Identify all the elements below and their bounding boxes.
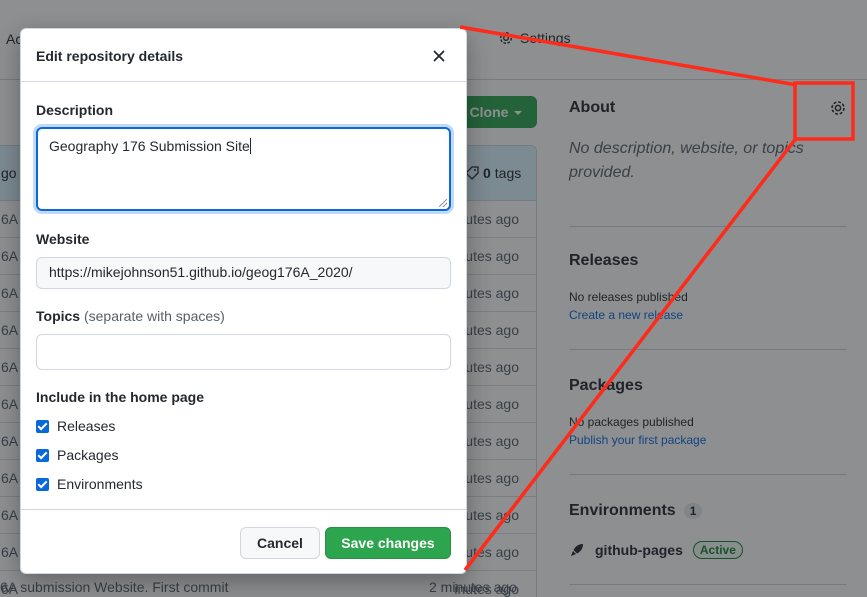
save-changes-button[interactable]: Save changes [325,527,451,559]
topics-label-text: Topics [36,308,81,324]
packages-checkbox[interactable] [36,448,49,462]
cancel-button[interactable]: Cancel [240,527,320,559]
dialog-header: Edit repository details [21,29,466,82]
dialog-footer: Cancel Save changes [21,509,466,575]
releases-checkbox[interactable] [36,419,49,433]
environments-checkbox[interactable] [36,477,49,491]
home-page-label: Include in the home page [36,389,205,405]
topics-label: Topics (separate with spaces) [36,308,225,324]
edit-repository-dialog: Edit repository details Description Geog… [20,28,467,574]
description-label: Description [36,102,114,118]
resize-handle[interactable] [439,199,447,207]
website-input[interactable]: https://mikejohnson51.github.io/geog176A… [36,257,451,289]
environments-checkbox-row[interactable]: Environments [36,476,143,492]
environments-checkbox-label[interactable]: Environments [57,476,143,492]
close-button[interactable] [429,46,449,66]
dialog-title: Edit repository details [36,48,184,64]
website-label: Website [36,231,90,247]
topics-input[interactable] [36,334,451,370]
close-icon [433,50,445,62]
releases-checkbox-row[interactable]: Releases [36,418,115,434]
text-cursor [249,138,251,154]
topics-hint: (separate with spaces) [83,308,225,324]
description-value: Geography 176 Submission Site [49,138,250,154]
releases-checkbox-label[interactable]: Releases [57,418,115,434]
packages-checkbox-label[interactable]: Packages [57,447,118,463]
description-textarea[interactable]: Geography 176 Submission Site [36,127,451,211]
packages-checkbox-row[interactable]: Packages [36,447,118,463]
